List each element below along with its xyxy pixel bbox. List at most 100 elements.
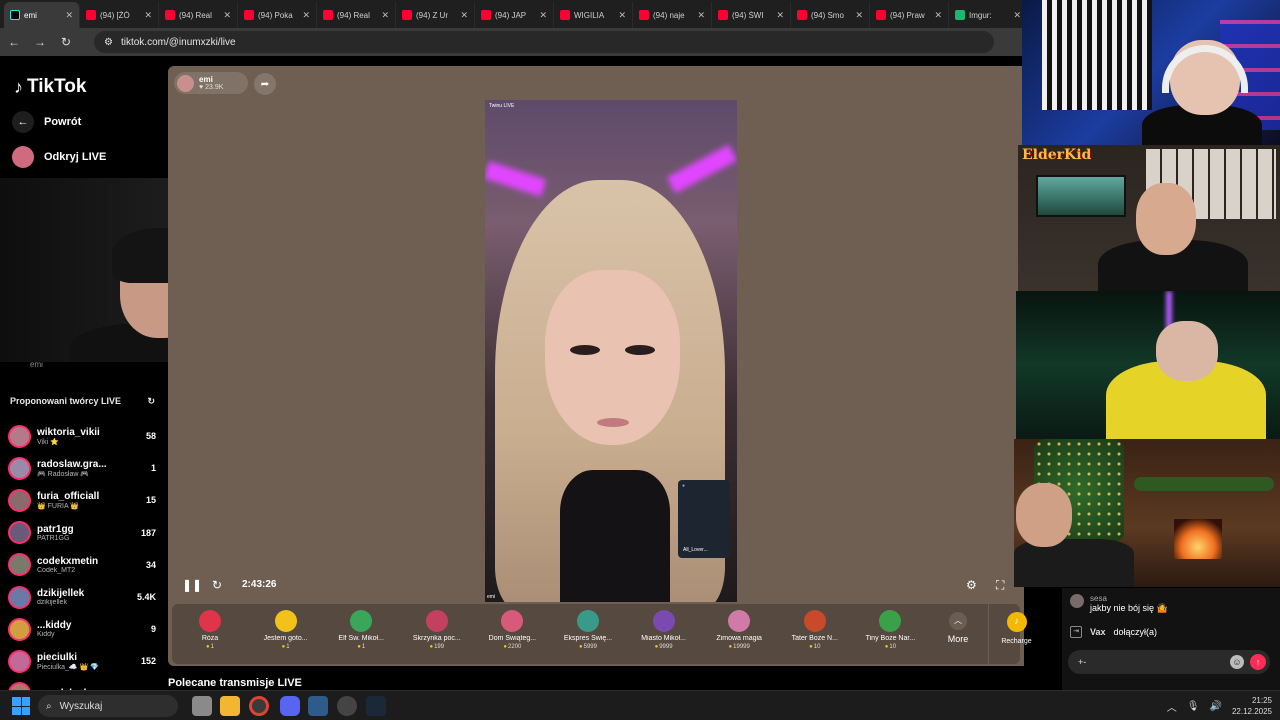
close-icon[interactable]: ✕ (776, 10, 784, 21)
browser-tab[interactable]: (94) Real ✕ (159, 2, 238, 28)
browser-tab[interactable]: (94) Smo ✕ (791, 2, 870, 28)
site-info-icon[interactable]: ⚙ (104, 37, 113, 48)
creator-row[interactable]: ...kiddy Kiddy 9 (8, 613, 156, 645)
url-field[interactable]: ⚙ tiktok.com/@inumxzki/live (94, 31, 994, 53)
chrome-icon[interactable] (249, 696, 269, 716)
back-arrow-icon[interactable]: ← (8, 35, 20, 49)
close-icon[interactable]: ✕ (618, 10, 626, 21)
refresh-stream-icon[interactable]: ↻ (212, 578, 222, 592)
close-icon[interactable]: ✕ (539, 10, 547, 21)
discord-icon[interactable] (280, 696, 300, 716)
chat-input-value: +- (1078, 657, 1087, 667)
gift-item[interactable]: Dom Świąteg... 2200 (474, 608, 550, 660)
webcam-second: ElderKid (1018, 145, 1280, 291)
chat-input[interactable]: +- ☺ ↑ (1068, 650, 1270, 674)
gift-item[interactable]: Tater Boże N... 10 (777, 608, 853, 660)
creator-subtitle: dzikijellek (37, 599, 67, 607)
live-stream-panel: emi ♥ 23.9K ➦ Twinu LIVE emi ● All_Lover… (168, 66, 1032, 666)
file-explorer-icon[interactable] (220, 696, 240, 716)
close-icon[interactable]: ✕ (1013, 10, 1021, 21)
clock-time: 21:25 (1251, 696, 1272, 705)
creator-row[interactable]: radoslaw.gra... 🎮 Radosław 🎮 1 (8, 452, 156, 484)
gift-price: 2200 (474, 644, 550, 650)
browser-tab[interactable]: emi ✕ (4, 2, 80, 28)
taskbar-search[interactable]: ⌕ Wyszukaj (38, 695, 178, 717)
tab-title: (94) Poka (258, 10, 293, 20)
tab-favicon-icon (165, 10, 175, 20)
browser-tab[interactable]: Imgur: ✕ (949, 2, 1024, 28)
forward-arrow-icon[interactable]: → (34, 35, 46, 49)
back-link[interactable]: ← Powrót (12, 111, 81, 133)
speaker-icon[interactable]: 🔊 (1210, 701, 1222, 712)
close-icon[interactable]: ✕ (302, 10, 310, 21)
emoji-icon[interactable]: ☺ (1230, 655, 1244, 669)
steam-icon[interactable] (366, 696, 386, 716)
gift-price: 1 (172, 644, 248, 650)
gift-item[interactable]: Tiny Boże Nar... 10 (852, 608, 928, 660)
creator-row[interactable]: pieciulki Pieciulka_☁️ 👑 💎 152 (8, 645, 156, 677)
app-icon[interactable] (308, 696, 328, 716)
guest-pip-window[interactable]: ● All_Lover... (678, 480, 730, 558)
browser-tab[interactable]: (94) Real ✕ (317, 2, 396, 28)
creator-row[interactable]: dzikijellek dzikijellek 5.4K (8, 581, 156, 613)
creator-row[interactable]: codekxmetin Codek_MT2 34 (8, 549, 156, 581)
gift-item[interactable]: Jestem goto... 1 (248, 608, 324, 660)
chevron-up-icon[interactable]: ︿ (1167, 699, 1177, 714)
close-icon[interactable]: ✕ (144, 10, 152, 21)
refresh-icon[interactable]: ↻ (147, 396, 155, 407)
browser-tab[interactable]: (94) naje ✕ (633, 2, 712, 28)
send-icon[interactable]: ↑ (1250, 654, 1266, 670)
close-icon[interactable]: ✕ (381, 10, 389, 21)
creator-row[interactable]: furia_officiall 👑 FURIA 👑 15 (8, 484, 156, 516)
close-icon[interactable]: ✕ (460, 10, 468, 21)
gift-item[interactable]: Ekspres Świę... 5999 (550, 608, 626, 660)
tab-favicon-icon (244, 10, 254, 20)
gift-name: Tiny Boże Nar... (865, 635, 916, 642)
settings-icon[interactable]: ⚙ (966, 578, 977, 592)
creator-name: pieciulki (37, 651, 78, 663)
creator-row[interactable]: wiktoria_vikii Viki ⭐ 58 (8, 420, 156, 452)
obs-icon[interactable] (337, 696, 357, 716)
close-icon[interactable]: ✕ (697, 10, 705, 21)
discover-live-link[interactable]: Odkryj LIVE (12, 146, 106, 168)
browser-tab[interactable]: (94) ŚWI ✕ (712, 2, 791, 28)
tiktok-logo[interactable]: ♪ TikTok (14, 76, 86, 98)
creator-row[interactable]: patr1gg PATR1GG 187 (8, 517, 156, 549)
close-icon[interactable]: ✕ (934, 10, 942, 21)
more-gifts-button[interactable]: ︿ More (938, 612, 978, 644)
browser-tab[interactable]: (94) JAP ✕ (475, 2, 554, 28)
close-icon[interactable]: ✕ (855, 10, 863, 21)
streamer-brand-logo: ElderKid (1022, 147, 1092, 163)
gift-item[interactable]: Róża 1 (172, 608, 248, 660)
browser-tab[interactable]: (94) Z Ur ✕ (396, 2, 475, 28)
gift-icon (501, 610, 524, 632)
gift-item[interactable]: Elf Św. Mikoł... 1 (323, 608, 399, 660)
gift-item[interactable]: Zimowa magia 19999 (701, 608, 777, 660)
fullscreen-icon[interactable]: ⛶ (996, 578, 1004, 593)
windows-start-icon[interactable] (12, 697, 30, 715)
gift-item[interactable]: Skrzynka poc... 199 (399, 608, 475, 660)
webcam-top-right (1022, 0, 1280, 145)
close-icon[interactable]: ✕ (223, 10, 231, 21)
host-profile-pill[interactable]: emi ♥ 23.9K (174, 72, 248, 94)
webcam-fourth (1014, 439, 1280, 587)
suggested-creators-list: wiktoria_vikii Viki ⭐ 58 radoslaw.gra... 🎮 R… (8, 420, 156, 710)
creator-name: codekxmetin (37, 555, 99, 567)
browser-tab[interactable]: (94) [ŻÓ ✕ (80, 2, 159, 28)
clock[interactable]: 21:25 22.12.2025 (1232, 695, 1272, 717)
share-button[interactable]: ➦ (254, 73, 276, 95)
task-view-icon[interactable] (192, 696, 212, 716)
gift-name: Miasto Mikoł... (641, 635, 686, 642)
gift-item[interactable]: Miasto Mikoł... 9999 (626, 608, 702, 660)
tab-favicon-icon (402, 10, 412, 20)
pause-icon[interactable]: ❚❚ (182, 578, 202, 592)
browser-tab[interactable]: WIGILIA ✕ (554, 2, 633, 28)
reload-icon[interactable]: ↻ (60, 35, 72, 49)
recharge-button[interactable]: ♪ Recharge (988, 604, 1044, 664)
microphone-icon[interactable]: 🎙 (1187, 701, 1200, 712)
chevron-up-icon: ︿ (949, 612, 967, 630)
close-icon[interactable]: ✕ (65, 10, 73, 21)
browser-tab[interactable]: (94) Poka ✕ (238, 2, 317, 28)
browser-tab[interactable]: (94) Praw ✕ (870, 2, 949, 28)
tiktok-sidebar: ♪ TikTok ← Powrót Odkryj LIVE emi Propon… (0, 56, 168, 706)
